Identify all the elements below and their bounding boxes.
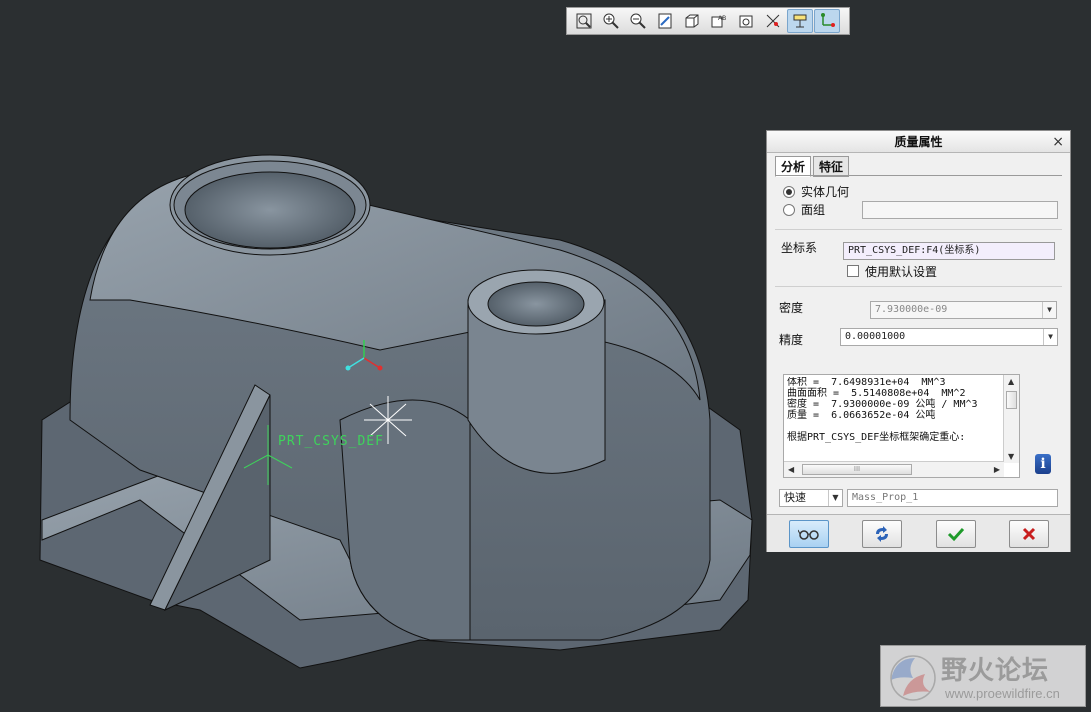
radio-solid-label: 实体几何 <box>801 185 850 199</box>
refit-icon[interactable] <box>571 9 597 33</box>
svg-text:AB: AB <box>718 15 726 22</box>
dialog-button-bar <box>767 514 1070 552</box>
accuracy-dropdown[interactable]: 0.00001000 ▼ <box>840 328 1058 346</box>
chevron-down-icon[interactable]: ▼ <box>828 490 842 506</box>
annotation-display-icon[interactable] <box>787 9 813 33</box>
view-toolbar: AB <box>566 7 850 35</box>
use-default-checkbox[interactable] <box>847 265 859 277</box>
vertical-scrollbar[interactable]: ▲ ▼ <box>1003 375 1019 463</box>
radio-quilt-label: 面组 <box>801 203 826 217</box>
results-panel[interactable]: 体积 = 7.6498931e+04 MM^3 曲面面积 = 5.5140808… <box>783 374 1020 478</box>
tab-analysis[interactable]: 分析 <box>775 156 812 177</box>
radio-solid-geometry[interactable]: 实体几何 <box>783 183 849 200</box>
horizontal-scrollbar[interactable]: ◀ III ▶ <box>784 461 1004 477</box>
saved-views-icon[interactable]: AB <box>706 9 732 33</box>
results-text: 体积 = 7.6498931e+04 MM^3 曲面面积 = 5.5140808… <box>787 377 978 443</box>
scroll-thumb[interactable]: III <box>802 464 912 475</box>
radio-button[interactable] <box>783 203 795 216</box>
glasses-icon <box>798 529 819 540</box>
name-field[interactable]: Mass_Prop_1 <box>847 489 1058 507</box>
close-icon[interactable]: × <box>1052 131 1064 153</box>
scroll-up-icon[interactable]: ▲ <box>1008 377 1014 386</box>
preview-button[interactable] <box>789 520 829 548</box>
forum-logo-icon <box>890 655 936 701</box>
datum-display-icon[interactable] <box>760 9 786 33</box>
radio-quilt[interactable]: 面组 <box>783 201 825 218</box>
use-default-label: 使用默认设置 <box>865 265 938 279</box>
accuracy-label: 精度 <box>779 333 804 347</box>
density-field: 7.930000e-09 ▼ <box>870 301 1057 319</box>
forum-watermark: 野火论坛 www.proewildfire.cn <box>880 645 1086 707</box>
chevron-down-icon: ▼ <box>1042 302 1056 318</box>
repaint-icon[interactable] <box>652 9 678 33</box>
watermark-url: www.proewildfire.cn <box>945 686 1060 701</box>
ok-button[interactable] <box>936 520 976 548</box>
radio-button[interactable] <box>783 185 795 198</box>
cancel-button[interactable] <box>1009 520 1049 548</box>
mode-value: 快速 <box>784 491 806 504</box>
dialog-tabs: 分析 特征 <box>775 156 850 177</box>
chevron-down-icon[interactable]: ▼ <box>1043 329 1057 345</box>
separator <box>775 286 1062 287</box>
dialog-title: 质量属性 <box>894 135 943 149</box>
dialog-title-bar: 质量属性 × <box>767 131 1070 153</box>
density-value: 7.930000e-09 <box>875 304 948 315</box>
display-style-icon[interactable] <box>679 9 705 33</box>
csys-label: 坐标系 <box>781 241 818 255</box>
mass-properties-dialog: 质量属性 × 分析 特征 实体几何 面组 坐标系 PRT_CSYS_DEF:F4… <box>766 130 1071 552</box>
info-icon[interactable]: i <box>1035 454 1051 474</box>
tab-feature[interactable]: 特征 <box>813 156 850 177</box>
scroll-left-icon[interactable]: ◀ <box>788 465 794 474</box>
csys-label: PRT_CSYS_DEF <box>278 434 384 449</box>
layers-icon[interactable] <box>733 9 759 33</box>
repeat-button[interactable] <box>862 520 902 548</box>
csys-display-icon[interactable] <box>814 9 840 33</box>
checkmark-icon <box>947 527 965 542</box>
scroll-thumb[interactable] <box>1006 391 1017 409</box>
density-label: 密度 <box>779 301 804 315</box>
csys-field[interactable]: PRT_CSYS_DEF:F4(坐标系) <box>843 242 1055 260</box>
accuracy-value: 0.00001000 <box>845 331 906 342</box>
separator <box>775 229 1062 230</box>
zoom-out-icon[interactable] <box>625 9 651 33</box>
refresh-icon <box>876 526 888 542</box>
tab-divider <box>775 175 1062 176</box>
mode-dropdown[interactable]: 快速 ▼ <box>779 489 843 507</box>
scroll-right-icon[interactable]: ▶ <box>994 465 1000 474</box>
scroll-down-icon[interactable]: ▼ <box>1008 452 1014 461</box>
zoom-in-icon[interactable] <box>598 9 624 33</box>
watermark-title: 野火论坛 <box>941 656 1050 686</box>
cancel-x-icon <box>1022 527 1036 541</box>
quilt-field <box>862 201 1058 219</box>
